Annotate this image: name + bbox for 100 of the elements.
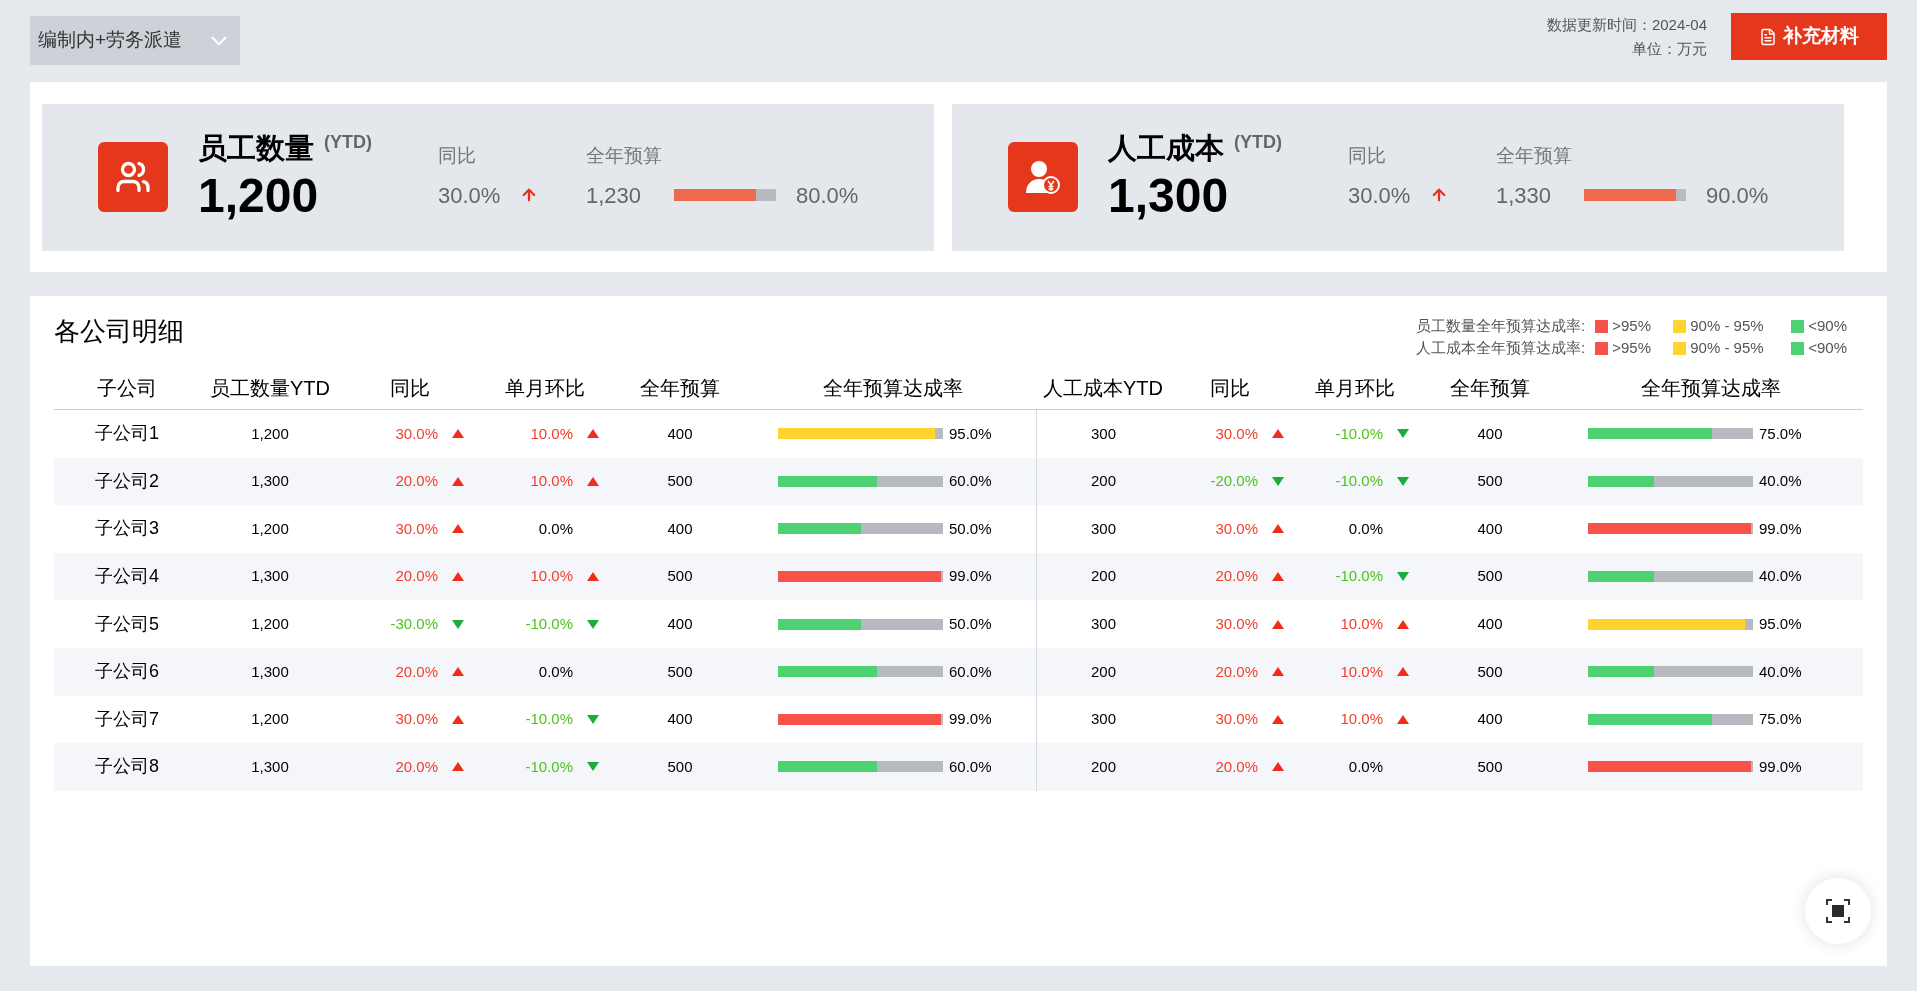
yoy-label: 同比	[438, 144, 477, 169]
update-time: 数据更新时间：2024-04	[1546, 15, 1707, 35]
section-title: 各公司明细	[54, 315, 184, 348]
percent-change: -10.0%	[1334, 566, 1383, 587]
percent-change: 20.0%	[394, 471, 438, 492]
rate-value: 75.0%	[1759, 709, 1802, 730]
table-cell-text: 500	[667, 471, 693, 492]
percent-change: 20.0%	[394, 756, 438, 777]
rate-value: 60.0%	[949, 471, 992, 492]
percent-change: 30.0%	[1214, 709, 1258, 730]
percent-change: 30.0%	[394, 518, 438, 539]
rate-value: 99.0%	[1759, 518, 1802, 539]
percent-change: 30.0%	[1214, 613, 1258, 634]
percent-change: 10.0%	[529, 471, 573, 492]
legend-title: 人工成本全年预算达成率:	[1416, 338, 1586, 358]
down-triangle-icon	[587, 619, 599, 629]
percent-change: 10.0%	[1339, 709, 1383, 730]
percent-change: 30.0%	[1214, 423, 1258, 444]
legend-label: 90% - 95%	[1690, 316, 1764, 336]
table-cell-text: 400	[1477, 709, 1503, 730]
up-triangle-icon	[1272, 762, 1284, 772]
percent-change: 20.0%	[1214, 661, 1258, 682]
percent-change: 0.0%	[537, 518, 573, 539]
rate-value: 40.0%	[1759, 471, 1802, 492]
table-cell-text: 500	[1477, 661, 1503, 682]
table-cell-text: 1,200	[251, 423, 289, 444]
percent-change: -10.0%	[1334, 471, 1383, 492]
column-header: 同比	[389, 376, 431, 401]
column-header: 员工数量YTD	[209, 376, 331, 401]
filter-dropdown[interactable]: 编制内+劳务派遣	[30, 16, 240, 65]
percent-change: 0.0%	[1347, 756, 1383, 777]
table-cell-text: 1,200	[251, 613, 289, 634]
rate-value: 75.0%	[1759, 423, 1802, 444]
down-triangle-icon	[587, 714, 599, 724]
column-header: 单月环比	[1314, 376, 1396, 401]
up-triangle-icon	[587, 572, 599, 582]
table-cell-text: 400	[667, 423, 693, 444]
rate-value: 60.0%	[949, 661, 992, 682]
percent-change: 20.0%	[1214, 566, 1258, 587]
up-triangle-icon	[587, 429, 599, 439]
company-name: 子公司7	[95, 707, 159, 731]
ytd-label: (YTD)	[324, 131, 372, 154]
legend-label: <90%	[1808, 316, 1847, 336]
kpi-value: 1,300	[1108, 168, 1230, 224]
table-cell-text: 500	[1477, 756, 1503, 777]
rate-value: 95.0%	[949, 423, 992, 444]
percent-change: 10.0%	[529, 566, 573, 587]
down-triangle-icon	[1397, 429, 1409, 439]
up-triangle-icon	[452, 429, 464, 439]
up-triangle-icon	[1272, 524, 1284, 534]
percent-change: 20.0%	[394, 661, 438, 682]
table-cell-text: 400	[1477, 518, 1503, 539]
rate-value: 99.0%	[1759, 756, 1802, 777]
percent-change: 20.0%	[1214, 756, 1258, 777]
budget-label: 全年预算	[586, 144, 663, 169]
budget-rate: 90.0%	[1706, 181, 1769, 210]
company-name: 子公司8	[95, 755, 159, 779]
legend-label: 90% - 95%	[1690, 338, 1764, 358]
budget-label: 全年预算	[1496, 144, 1573, 169]
up-triangle-icon	[1272, 429, 1284, 439]
legend-label: >95%	[1612, 316, 1651, 336]
legend-title: 员工数量全年预算达成率:	[1416, 316, 1586, 336]
column-header: 全年预算	[639, 376, 721, 401]
table-cell-text: 200	[1091, 661, 1116, 682]
percent-change: 10.0%	[529, 423, 573, 444]
table-cell-text: 500	[1477, 471, 1503, 492]
percent-change: -30.0%	[389, 613, 438, 634]
rate-value: 40.0%	[1759, 566, 1802, 587]
table-cell-text: 200	[1091, 566, 1116, 587]
down-triangle-icon	[452, 619, 464, 629]
rate-value: 50.0%	[949, 518, 992, 539]
legend-label: >95%	[1612, 338, 1651, 358]
kpi-value: 1,200	[198, 168, 320, 224]
up-triangle-icon	[452, 524, 464, 534]
company-name: 子公司4	[95, 565, 159, 589]
percent-change: -10.0%	[524, 709, 573, 730]
kpi-title: 人工成本	[1108, 131, 1224, 166]
down-triangle-icon	[587, 762, 599, 772]
table-cell-text: 200	[1091, 471, 1116, 492]
up-triangle-icon	[1397, 714, 1409, 724]
percent-change: -10.0%	[524, 613, 573, 634]
percent-change: 30.0%	[394, 709, 438, 730]
down-triangle-icon	[1397, 476, 1409, 486]
column-header: 同比	[1209, 376, 1251, 401]
supplement-button[interactable]: 补充材料	[1731, 13, 1887, 60]
budget-value: 1,230	[586, 181, 643, 210]
rate-value: 40.0%	[1759, 661, 1802, 682]
column-header: 人工成本YTD	[1042, 376, 1164, 401]
percent-change: 0.0%	[1347, 518, 1383, 539]
up-triangle-icon	[1272, 572, 1284, 582]
percent-change: 10.0%	[1339, 661, 1383, 682]
percent-change: -10.0%	[524, 756, 573, 777]
up-triangle-icon	[452, 762, 464, 772]
yoy-label: 同比	[1348, 144, 1387, 169]
percent-change: 30.0%	[1214, 518, 1258, 539]
document-icon	[1759, 27, 1777, 46]
legend-label: <90%	[1808, 338, 1847, 358]
up-triangle-icon	[1272, 714, 1284, 724]
company-name: 子公司5	[95, 612, 159, 636]
column-header: 子公司	[96, 376, 158, 401]
